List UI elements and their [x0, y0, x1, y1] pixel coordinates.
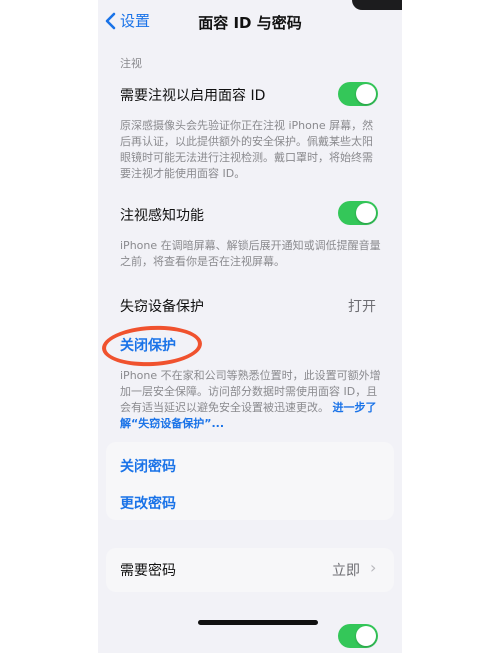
- require-attention-label: 需要注视以启用面容 ID: [120, 88, 266, 104]
- attention-aware-toggle[interactable]: [338, 201, 378, 225]
- turn-off-passcode-button[interactable]: 关闭密码: [120, 456, 176, 476]
- require-passcode-card[interactable]: 需要密码 立即 ›: [106, 548, 394, 592]
- passcode-card: 关闭密码 更改密码: [106, 442, 394, 520]
- theft-protection-value: 打开: [348, 299, 376, 315]
- change-passcode-button[interactable]: 更改密码: [120, 493, 176, 513]
- theft-protection-label: 失窃设备保护: [120, 299, 204, 315]
- attention-aware-label: 注视感知功能: [120, 208, 204, 224]
- partial-toggle[interactable]: [338, 624, 378, 648]
- attention-aware-footer: iPhone 在调暗屏幕、解锁后展开通知或调低提醒音量之前，将查看你是否在注视屏…: [120, 239, 381, 268]
- theft-protection-footer: iPhone 不在家和公司等熟悉位置时，此设置可额外增加一层安全保障。访问部分数…: [120, 368, 382, 432]
- page-title: 面容 ID 与密码: [198, 14, 302, 32]
- home-indicator: [198, 620, 318, 625]
- toggle-knob: [356, 626, 376, 646]
- require-attention-toggle[interactable]: [338, 82, 378, 106]
- navigation-bar: 设置 面容 ID 与密码: [98, 0, 402, 44]
- require-passcode-value: 立即: [332, 563, 360, 579]
- section-header-attention: 注视: [120, 57, 142, 70]
- require-passcode-label: 需要密码: [120, 563, 176, 579]
- toggle-knob: [356, 203, 376, 223]
- toggle-knob: [356, 84, 376, 104]
- chevron-right-icon: ›: [370, 558, 377, 577]
- require-attention-footer: 原深感摄像头会先验证你正在注视 iPhone 屏幕，然后再认证，以此提供额外的安…: [120, 119, 374, 180]
